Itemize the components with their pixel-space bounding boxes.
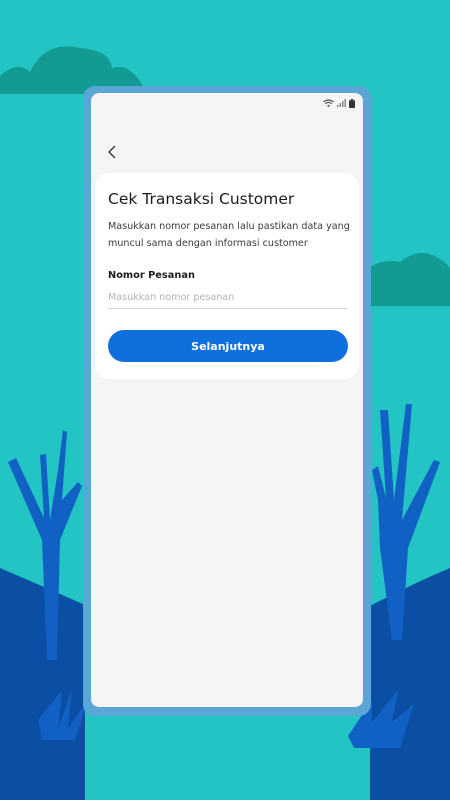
app-stage: Cek Transaksi Customer Masukkan nomor pe…: [0, 0, 450, 800]
status-bar: [323, 96, 355, 110]
phone-screen: Cek Transaksi Customer Masukkan nomor pe…: [91, 93, 363, 707]
cloud-right: [368, 252, 450, 306]
order-number-label: Nomor Pesanan: [108, 270, 195, 281]
signal-icon: [337, 99, 346, 107]
order-number-input[interactable]: [108, 286, 347, 309]
page-title: Cek Transaksi Customer: [108, 190, 295, 208]
hill-right: [370, 568, 450, 800]
back-button[interactable]: [103, 143, 121, 161]
hill-left: [0, 568, 85, 800]
chevron-left-icon: [108, 145, 116, 159]
card-description: Masukkan nomor pesanan lalu pastikan dat…: [108, 221, 350, 249]
wifi-icon: [323, 99, 334, 107]
next-button[interactable]: Selanjutnya: [108, 330, 348, 362]
battery-icon: [349, 98, 355, 108]
phone-frame: Cek Transaksi Customer Masukkan nomor pe…: [83, 86, 371, 716]
check-transaction-card: Cek Transaksi Customer Masukkan nomor pe…: [95, 173, 359, 379]
